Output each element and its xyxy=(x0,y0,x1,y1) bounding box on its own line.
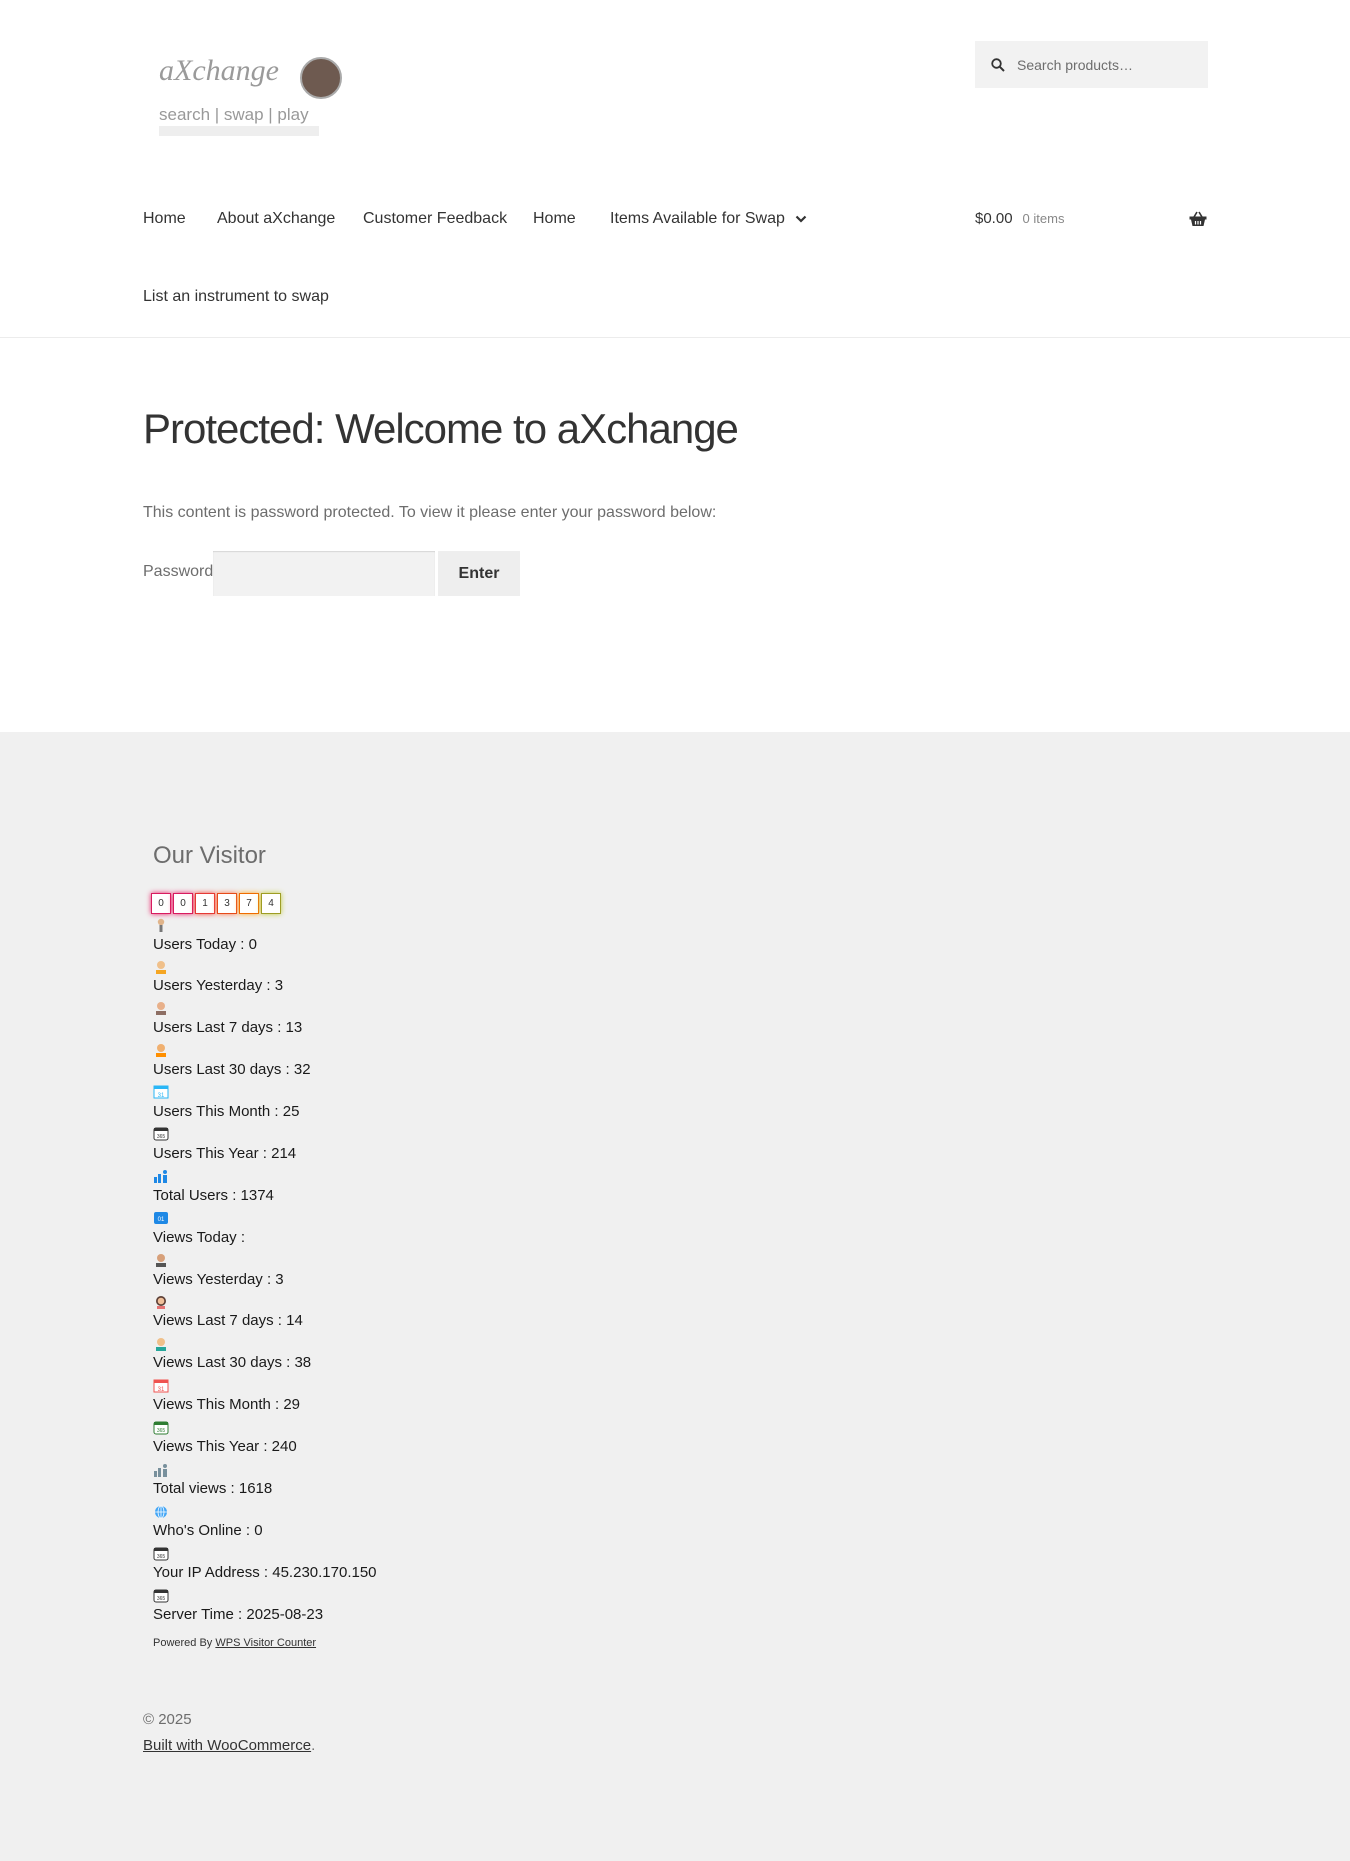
stat-total-users: Total Users : 1374 xyxy=(153,1187,274,1204)
svg-text:search | swap | play: search | swap | play xyxy=(159,105,309,124)
search-input[interactable] xyxy=(1015,55,1189,74)
stat-views-yesterday: Views Yesterday : 3 xyxy=(153,1271,284,1288)
counter-digit: 1 xyxy=(195,893,215,914)
stat-views-today: Views Today : xyxy=(153,1229,245,1246)
stat-users-today: Users Today : 0 xyxy=(153,936,257,953)
globe-icon xyxy=(155,1505,167,1519)
user-month30-icon xyxy=(156,1044,166,1057)
views-yesterday-icon xyxy=(156,1254,166,1267)
calendar-red-icon: 31 xyxy=(153,1379,169,1393)
views-month30-icon xyxy=(156,1338,166,1351)
protected-notice: This content is password protected. To v… xyxy=(143,504,717,521)
password-field[interactable] xyxy=(213,551,435,596)
ip-address-icon: 365 xyxy=(153,1547,169,1561)
views-today-icon: 01 xyxy=(154,1212,168,1224)
user-week-icon xyxy=(156,1002,166,1015)
stat-total-views: Total views : 1618 xyxy=(153,1480,273,1497)
calendar-icon: 365 xyxy=(153,1127,169,1141)
views-week-icon xyxy=(156,1296,166,1309)
password-label: Password: xyxy=(143,563,218,580)
stat-users-this-month: Users This Month : 25 xyxy=(153,1103,300,1120)
wps-visitor-counter-link[interactable]: WPS Visitor Counter xyxy=(215,1637,316,1649)
svg-text:31: 31 xyxy=(158,1387,165,1393)
server-time-icon: 365 xyxy=(153,1589,169,1603)
svg-text:365: 365 xyxy=(157,1554,166,1560)
basket-icon[interactable] xyxy=(1189,211,1207,227)
svg-text:31: 31 xyxy=(158,1093,165,1099)
svg-text:365: 365 xyxy=(157,1134,166,1140)
total-views-icon xyxy=(154,1464,167,1477)
powered-by: Powered By WPS Visitor Counter xyxy=(153,1637,316,1649)
stat-views-this-month: Views This Month : 29 xyxy=(153,1396,301,1413)
total-users-icon xyxy=(154,1170,167,1183)
user-yesterday-icon xyxy=(156,961,166,974)
nav-item-list-instrument[interactable]: List an instrument to swap xyxy=(143,288,329,306)
nav-item-customer-feedback[interactable]: Customer Feedback xyxy=(363,210,507,228)
svg-text:365: 365 xyxy=(157,1428,166,1434)
svg-text:aXchange: aXchange xyxy=(159,54,279,87)
cart-summary[interactable]: $0.00 0 items xyxy=(975,210,1064,227)
page-title: Protected: Welcome to aXchange xyxy=(143,405,739,452)
counter-digit: 4 xyxy=(261,893,281,914)
svg-text:365: 365 xyxy=(157,1596,166,1602)
counter-digit: 3 xyxy=(217,893,237,914)
stat-server-time: Server Time : 2025-08-23 xyxy=(153,1606,324,1623)
search-icon xyxy=(991,57,1005,72)
header-divider xyxy=(0,337,1350,338)
counter-digit: 0 xyxy=(173,893,193,914)
search-box[interactable] xyxy=(975,41,1208,88)
counter-digit: 7 xyxy=(239,893,259,914)
stat-views-30days: Views Last 30 days : 38 xyxy=(153,1354,312,1371)
stat-views-this-year: Views This Year : 240 xyxy=(153,1438,297,1455)
built-with: Built with WooCommerce. xyxy=(143,1737,316,1754)
visitor-widget-title: Our Visitor xyxy=(153,842,266,869)
site-logo[interactable]: aXchange search | swap | play xyxy=(155,46,345,146)
visitor-counter: 0 0 1 3 7 4 xyxy=(151,893,283,914)
stat-users-30days: Users Last 30 days : 32 xyxy=(153,1061,311,1078)
cart-count: 0 items xyxy=(1022,211,1065,226)
counter-digit: 0 xyxy=(151,893,171,914)
powered-by-label: Powered By xyxy=(153,1637,213,1649)
calendar-green-icon: 365 xyxy=(153,1421,169,1435)
nav-item-items-for-swap[interactable]: Items Available for Swap xyxy=(610,210,785,228)
nav-item-home[interactable]: Home xyxy=(143,210,186,228)
nav-item-home-2[interactable]: Home xyxy=(533,210,576,228)
stat-users-week: Users Last 7 days : 13 xyxy=(153,1019,303,1036)
enter-button[interactable]: Enter xyxy=(438,551,520,596)
stat-users-this-year: Users This Year : 214 xyxy=(153,1145,297,1162)
stat-whos-online: Who's Online : 0 xyxy=(153,1522,263,1539)
woocommerce-link[interactable]: Built with WooCommerce xyxy=(143,1737,311,1754)
chevron-down-icon[interactable] xyxy=(795,214,807,224)
user-today-icon xyxy=(157,918,165,932)
svg-text:01: 01 xyxy=(158,1217,165,1223)
stat-views-week: Views Last 7 days : 14 xyxy=(153,1312,303,1329)
stat-users-yesterday: Users Yesterday : 3 xyxy=(153,977,284,994)
nav-item-about[interactable]: About aXchange xyxy=(217,210,335,228)
calendar-blue-icon: 31 xyxy=(153,1085,169,1099)
stat-ip-address: Your IP Address : 45.230.170.150 xyxy=(153,1564,377,1581)
cart-amount: $0.00 xyxy=(975,210,1013,227)
copyright: © 2025 xyxy=(143,1711,192,1728)
